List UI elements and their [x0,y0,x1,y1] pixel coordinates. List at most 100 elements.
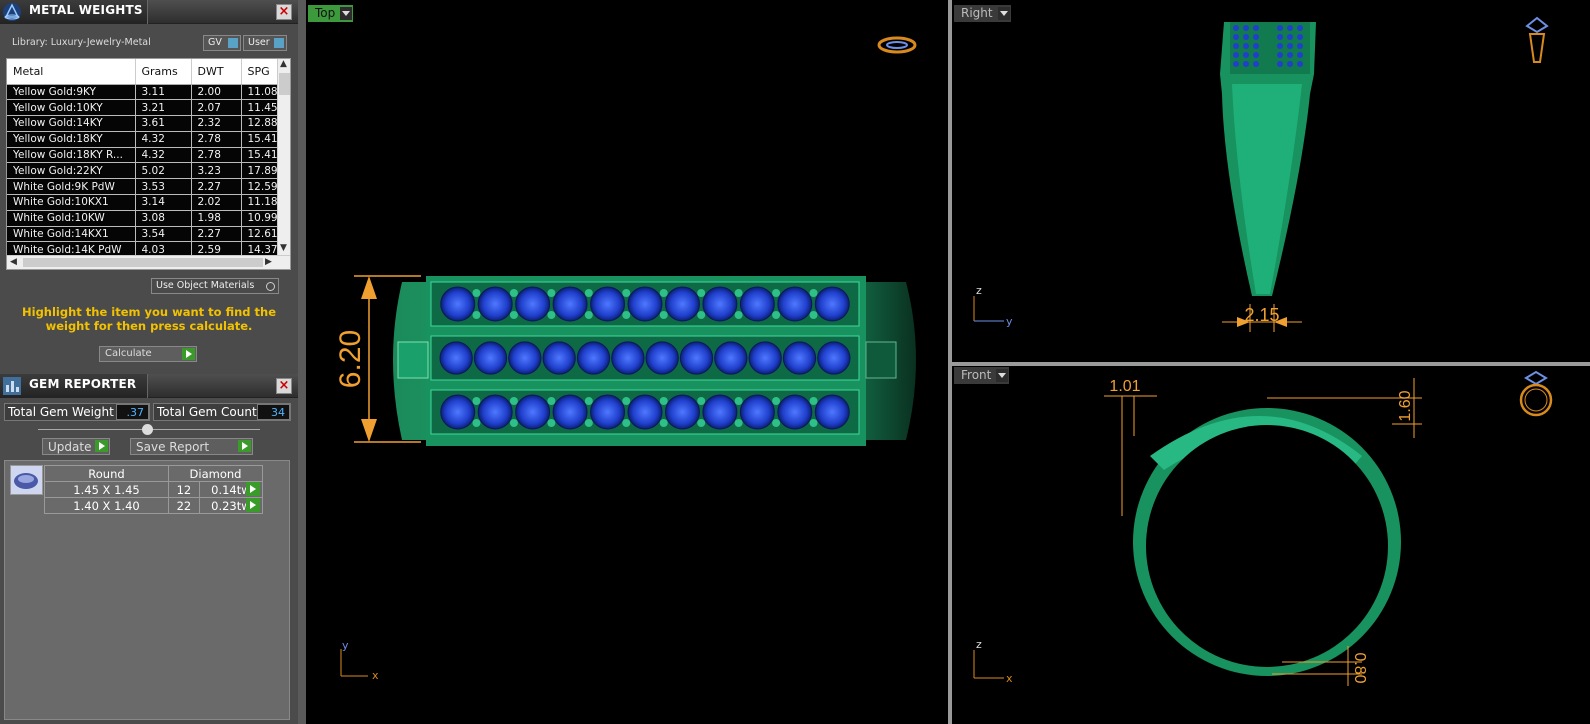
gemstone [645,341,679,375]
gemstone [473,341,508,375]
table-cell: 2.07 [191,99,242,117]
gemstone [739,286,775,322]
axis-x-label: x [372,669,379,682]
prong [697,289,706,297]
right-viewport[interactable]: Right 2.15 z y [952,4,1590,362]
view-cube-ring-icon[interactable] [1519,370,1553,417]
table-cell: White Gold:9K PdW [7,178,136,196]
prong [772,419,781,427]
gem-row[interactable]: 1.45 X 1.45 12 0.14tw [44,481,264,498]
metal-table-vscroll[interactable]: ▲ ▼ [277,59,290,257]
gemstone [542,341,576,375]
col-grams[interactable]: Grams [135,59,192,85]
update-button[interactable]: Update [42,438,110,455]
prong [622,311,631,319]
gemstone [1297,43,1303,49]
gemstone [576,341,611,375]
total-gem-weight-label: Total Gem Weight [8,405,114,419]
table-cell: 3.23 [191,162,242,180]
stone-rows [430,281,860,435]
calculate-button[interactable]: Calculate [99,346,197,362]
gem-row-2-play-icon[interactable] [246,498,260,512]
table-cell: Yellow Gold:10KY [7,99,136,117]
gem-table: Round Diamond 1.45 X 1.45 12 0.14tw 1.40 X … [44,465,264,514]
play-icon [95,440,108,452]
hscroll-thumb[interactable] [23,258,263,267]
prong [584,397,593,405]
save-report-button[interactable]: Save Report [130,438,253,455]
col-dwt[interactable]: DWT [191,59,242,85]
axis-z-label: z [976,284,982,297]
scroll-up-icon[interactable]: ▲ [280,59,287,69]
table-cell: White Gold:10KW [7,210,136,227]
metal-weights-close-button[interactable]: × [276,4,292,20]
use-object-materials-button[interactable]: Use Object Materials [151,278,279,294]
gem-reporter-tab[interactable]: GEM REPORTER [0,374,148,398]
prong [697,397,706,405]
view-cube-ring-icon[interactable] [877,36,917,54]
view-cube-ring-icon[interactable] [1525,16,1549,63]
gemstone [1243,52,1249,58]
col-metal[interactable]: Metal [7,59,136,85]
scroll-left-icon[interactable]: ◀ [10,257,17,267]
metal-weights-tab[interactable]: METAL WEIGHTS [0,0,148,24]
gemstone [1287,43,1293,49]
table-cell: 11.18 [241,194,280,211]
col-spg[interactable]: SPG [241,59,280,85]
collapse-handle-icon[interactable] [142,424,153,435]
user-toggle[interactable]: User [243,35,287,51]
gemstone [1253,61,1259,67]
table-row[interactable]: White Gold:9K PdW 3.53 2.27 12.59 [7,178,280,196]
prong [472,311,481,319]
scroll-down-icon[interactable]: ▼ [280,243,287,253]
gemstone [1233,34,1239,40]
metal-weights-title: METAL WEIGHTS [29,3,143,17]
gemstone [1253,52,1259,58]
prong [809,289,818,297]
user-indicator [274,38,284,48]
vscroll-thumb[interactable] [279,73,290,95]
gemstone [1277,34,1283,40]
top-viewport[interactable]: Top 6.20 y x [306,4,948,724]
prong [734,397,743,405]
table-row[interactable]: White Gold:14KX1 3.54 2.27 12.61 [7,226,280,243]
scroll-right-icon[interactable]: ▶ [265,257,272,267]
table-row[interactable]: Yellow Gold:18KY R... 4.32 2.78 15.41 [7,147,280,164]
gem-reporter-close-button[interactable]: × [276,378,292,394]
table-cell: Yellow Gold:22KY [7,162,136,180]
table-row[interactable]: White Gold:10KX1 3.14 2.02 11.18 [7,194,280,211]
calculate-hint: Highlight the item you want to find the … [22,305,276,333]
table-cell: 15.41 [241,147,280,164]
table-row[interactable]: Yellow Gold:14KY 3.61 2.32 12.88 [7,115,280,132]
gem-row-1-play-icon[interactable] [246,482,260,496]
table-row[interactable]: Yellow Gold:22KY 5.02 3.23 17.89 [7,162,280,180]
table-row[interactable]: Yellow Gold:10KY 3.21 2.07 11.45 [7,99,280,117]
axis-triad: y x [340,639,379,682]
gv-toggle[interactable]: GV [203,35,241,51]
metal-table: Metal Grams DWT SPG Yellow Gold:9KY 3.11 2… [7,59,280,259]
gem-cell: 22 [168,497,200,514]
gemstone [1233,25,1239,31]
gemstone [1243,34,1249,40]
metal-table-hscroll[interactable]: ◀ ▶ [7,255,290,269]
table-row[interactable]: Yellow Gold:9KY 3.11 2.00 11.08 [7,84,280,101]
table-cell: White Gold:14KX1 [7,226,136,243]
gemstone [679,341,714,375]
gemstone [1233,61,1239,67]
table-cell: 2.00 [191,84,242,101]
gem-reporter-titlebar: GEM REPORTER × [0,374,298,398]
gem-row[interactable]: 1.40 X 1.40 22 0.23tw [44,497,264,514]
table-cell: 17.89 [241,162,280,180]
gemstone [814,286,850,322]
table-cell: 3.53 [135,178,192,196]
table-cell: White Gold:10KX1 [7,194,136,211]
panel-splitter[interactable] [298,0,306,724]
table-row[interactable]: Yellow Gold:18KY 4.32 2.78 15.41 [7,131,280,148]
ring-side-tab-right [865,341,897,379]
gemstone [1233,43,1239,49]
table-row[interactable]: White Gold:10KW 3.08 1.98 10.99 [7,210,280,227]
gemstone [1297,34,1303,40]
total-gem-count-value: 34 [257,404,290,420]
front-viewport[interactable]: Front 1.01 1.60 0.80 z x [952,366,1590,724]
prong [472,419,481,427]
